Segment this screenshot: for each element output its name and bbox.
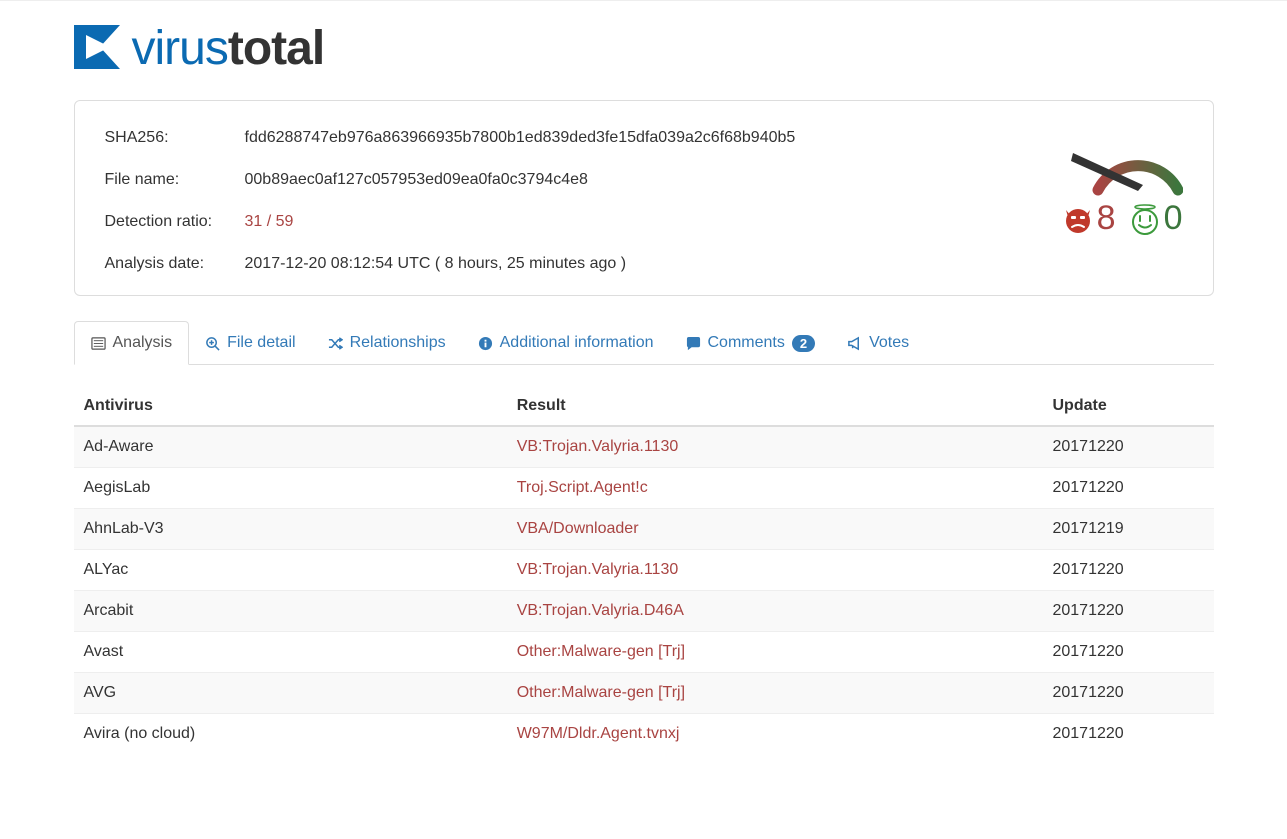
tab-bar: Analysis File detail Relationships Addit… bbox=[74, 320, 1214, 365]
update-date: 20171219 bbox=[1042, 509, 1213, 550]
tab-additional-info[interactable]: Additional information bbox=[462, 321, 670, 365]
table-row: ALYacVB:Trojan.Valyria.113020171220 bbox=[74, 550, 1214, 591]
antivirus-name: AegisLab bbox=[74, 468, 507, 509]
tab-relationships[interactable]: Relationships bbox=[312, 321, 462, 365]
filename-value: 00b89aec0af127c057953ed09ea0fa0c3794c4e8 bbox=[245, 171, 588, 189]
results-table: Antivirus Result Update Ad-AwareVB:Troja… bbox=[74, 387, 1214, 754]
tab-analysis-label: Analysis bbox=[113, 334, 173, 352]
antivirus-name: Ad-Aware bbox=[74, 426, 507, 468]
detection-ratio-label: Detection ratio: bbox=[105, 213, 245, 231]
tab-votes[interactable]: Votes bbox=[831, 321, 925, 365]
detection-ratio-value: 31 / 59 bbox=[245, 213, 294, 231]
table-row: AVGOther:Malware-gen [Trj]20171220 bbox=[74, 673, 1214, 714]
info-icon bbox=[478, 336, 493, 351]
tab-file-detail[interactable]: File detail bbox=[189, 321, 311, 365]
antivirus-name: ALYac bbox=[74, 550, 507, 591]
gauge-icon bbox=[983, 135, 1183, 205]
tab-additional-info-label: Additional information bbox=[500, 334, 654, 352]
table-row: AhnLab-V3VBA/Downloader20171219 bbox=[74, 509, 1214, 550]
comments-count-badge: 2 bbox=[792, 335, 815, 352]
detection-result: W97M/Dldr.Agent.tvnxj bbox=[507, 714, 1043, 755]
filename-label: File name: bbox=[105, 171, 245, 189]
tab-comments[interactable]: Comments 2 bbox=[670, 321, 832, 365]
logo-text: virustotal bbox=[132, 21, 325, 76]
col-antivirus: Antivirus bbox=[74, 387, 507, 426]
list-icon bbox=[91, 336, 106, 351]
detection-result: VB:Trojan.Valyria.1130 bbox=[507, 426, 1043, 468]
detection-result: VBA/Downloader bbox=[507, 509, 1043, 550]
comment-icon bbox=[686, 336, 701, 351]
update-date: 20171220 bbox=[1042, 468, 1213, 509]
update-date: 20171220 bbox=[1042, 673, 1213, 714]
detection-result: VB:Trojan.Valyria.1130 bbox=[507, 550, 1043, 591]
antivirus-name: Arcabit bbox=[74, 591, 507, 632]
zoom-icon bbox=[205, 336, 220, 351]
antivirus-name: Avira (no cloud) bbox=[74, 714, 507, 755]
tab-votes-label: Votes bbox=[869, 334, 909, 352]
tab-analysis[interactable]: Analysis bbox=[74, 321, 190, 365]
table-row: Ad-AwareVB:Trojan.Valyria.113020171220 bbox=[74, 426, 1214, 468]
update-date: 20171220 bbox=[1042, 714, 1213, 755]
tab-comments-label: Comments bbox=[708, 334, 785, 352]
analysis-date-value: 2017-12-20 08:12:54 UTC ( 8 hours, 25 mi… bbox=[245, 255, 627, 273]
update-date: 20171220 bbox=[1042, 632, 1213, 673]
brand-logo[interactable]: virustotal bbox=[74, 21, 1214, 76]
table-row: Avira (no cloud)W97M/Dldr.Agent.tvnxj201… bbox=[74, 714, 1214, 755]
update-date: 20171220 bbox=[1042, 550, 1213, 591]
col-update: Update bbox=[1042, 387, 1213, 426]
update-date: 20171220 bbox=[1042, 591, 1213, 632]
detection-result: Troj.Script.Agent!c bbox=[507, 468, 1043, 509]
analysis-date-label: Analysis date: bbox=[105, 255, 245, 273]
file-summary-panel: SHA256: fdd6288747eb976a863966935b7800b1… bbox=[74, 100, 1214, 296]
sha256-label: SHA256: bbox=[105, 129, 245, 147]
table-row: AvastOther:Malware-gen [Trj]20171220 bbox=[74, 632, 1214, 673]
antivirus-name: AVG bbox=[74, 673, 507, 714]
antivirus-name: AhnLab-V3 bbox=[74, 509, 507, 550]
tab-file-detail-label: File detail bbox=[227, 334, 295, 352]
shuffle-icon bbox=[328, 336, 343, 351]
logo-icon bbox=[74, 25, 126, 73]
table-row: ArcabitVB:Trojan.Valyria.D46A20171220 bbox=[74, 591, 1214, 632]
col-result: Result bbox=[507, 387, 1043, 426]
antivirus-name: Avast bbox=[74, 632, 507, 673]
update-date: 20171220 bbox=[1042, 426, 1213, 468]
tab-relationships-label: Relationships bbox=[350, 334, 446, 352]
detection-result: Other:Malware-gen [Trj] bbox=[507, 673, 1043, 714]
table-row: AegisLabTroj.Script.Agent!c20171220 bbox=[74, 468, 1214, 509]
detection-result: Other:Malware-gen [Trj] bbox=[507, 632, 1043, 673]
sha256-value: fdd6288747eb976a863966935b7800b1ed839ded… bbox=[245, 129, 796, 147]
detection-result: VB:Trojan.Valyria.D46A bbox=[507, 591, 1043, 632]
megaphone-icon bbox=[847, 336, 862, 351]
